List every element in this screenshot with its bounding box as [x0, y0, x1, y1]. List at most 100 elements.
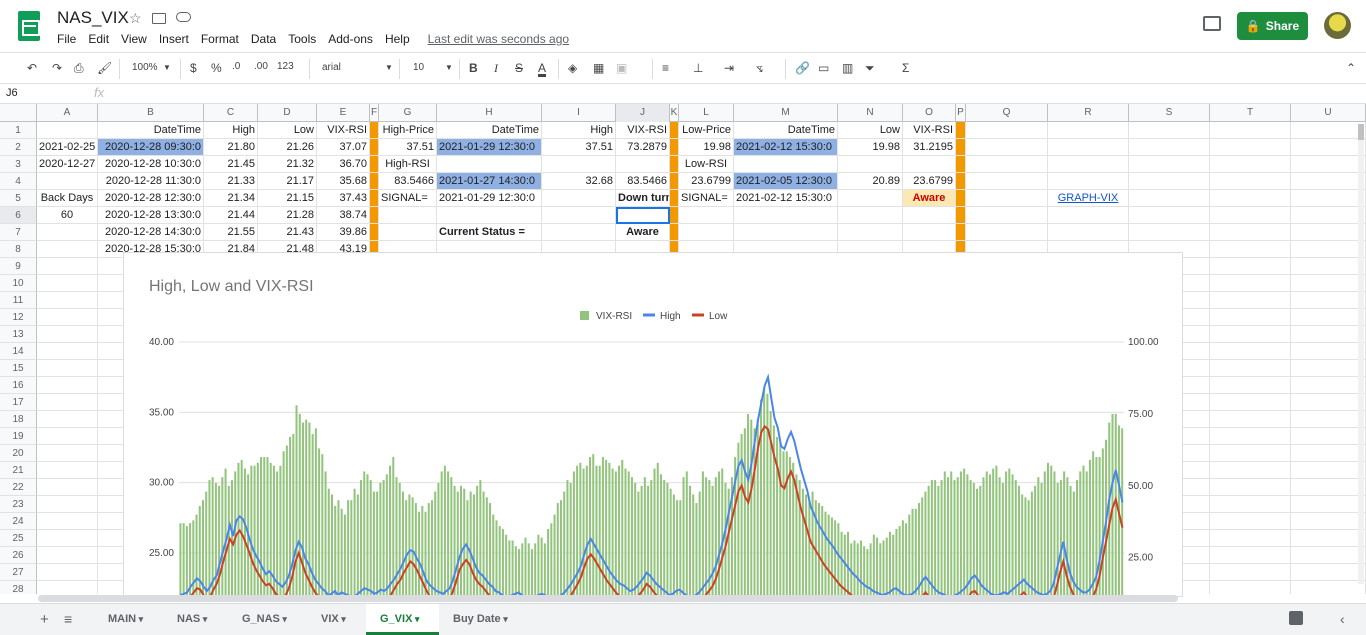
- document-title[interactable]: NAS_VIX: [57, 8, 129, 28]
- cell-n3[interactable]: [838, 156, 903, 173]
- cell-a3[interactable]: 2020-12-27: [37, 156, 98, 173]
- cell-t12[interactable]: [1210, 309, 1291, 326]
- cell-p5[interactable]: [956, 190, 966, 207]
- chevron-down-icon[interactable]: ▾: [200, 614, 208, 624]
- cell-s5[interactable]: [1129, 190, 1210, 207]
- explore-icon[interactable]: [1289, 611, 1303, 625]
- row-header-11[interactable]: 11: [0, 292, 37, 309]
- cell-t15[interactable]: [1210, 360, 1291, 377]
- cell-t11[interactable]: [1210, 292, 1291, 309]
- row-header-18[interactable]: 18: [0, 411, 37, 428]
- cell-d7[interactable]: 21.43: [258, 224, 317, 241]
- cell-a5[interactable]: Back Days: [37, 190, 98, 207]
- row-header-1[interactable]: 1: [0, 122, 37, 139]
- cell-f2[interactable]: [370, 139, 379, 156]
- cell-l1[interactable]: Low-Price: [679, 122, 734, 139]
- move-folder-icon[interactable]: [152, 13, 166, 24]
- cell-b2[interactable]: 2020-12-28 09:30:0: [98, 139, 204, 156]
- column-header-r[interactable]: R: [1048, 104, 1129, 122]
- cell-q1[interactable]: [966, 122, 1048, 139]
- cloud-status-icon[interactable]: [176, 12, 191, 22]
- cell-o4[interactable]: 23.6799: [903, 173, 956, 190]
- column-header-i[interactable]: I: [542, 104, 616, 122]
- column-header-q[interactable]: Q: [966, 104, 1048, 122]
- row-header-7[interactable]: 7: [0, 224, 37, 241]
- cell-u16[interactable]: [1291, 377, 1366, 394]
- cell-t16[interactable]: [1210, 377, 1291, 394]
- cell-e3[interactable]: 36.70: [317, 156, 370, 173]
- column-header-d[interactable]: D: [258, 104, 317, 122]
- cell-l2[interactable]: 19.98: [679, 139, 734, 156]
- print-icon[interactable]: ⎙: [74, 61, 84, 76]
- side-panel-toggle-icon[interactable]: ‹: [1340, 611, 1345, 627]
- cell-a23[interactable]: [37, 496, 98, 513]
- column-header-b[interactable]: B: [98, 104, 204, 122]
- sheet-tab-buy-date[interactable]: Buy Date ▾: [439, 604, 528, 635]
- merge-cells-icon[interactable]: ▣: [616, 61, 627, 75]
- last-edit-link[interactable]: Last edit was seconds ago: [428, 32, 569, 46]
- cell-c5[interactable]: 21.34: [204, 190, 258, 207]
- name-box[interactable]: J6: [6, 87, 76, 99]
- cell-k1[interactable]: [670, 122, 679, 139]
- cell-m4[interactable]: 2021-02-05 12:30:0: [734, 173, 838, 190]
- cell-b5[interactable]: 2020-12-28 12:30:0: [98, 190, 204, 207]
- chevron-down-icon[interactable]: ▾: [280, 614, 287, 624]
- cell-j7[interactable]: Aware: [616, 224, 670, 241]
- row-header-23[interactable]: 23: [0, 496, 37, 513]
- cell-f4[interactable]: [370, 173, 379, 190]
- cell-o1[interactable]: VIX-RSI: [903, 122, 956, 139]
- cell-j5[interactable]: Down turn: [616, 190, 670, 207]
- cell-a22[interactable]: [37, 479, 98, 496]
- cell-t4[interactable]: [1210, 173, 1291, 190]
- chevron-down-icon[interactable]: ▼: [385, 63, 393, 72]
- cell-f1[interactable]: [370, 122, 379, 139]
- row-header-12[interactable]: 12: [0, 309, 37, 326]
- row-header-27[interactable]: 27: [0, 564, 37, 581]
- cell-p3[interactable]: [956, 156, 966, 173]
- cell-d5[interactable]: 21.15: [258, 190, 317, 207]
- undo-icon[interactable]: ↶: [27, 61, 37, 75]
- column-header-l[interactable]: L: [679, 104, 734, 122]
- collapse-menu-icon[interactable]: ⌃: [1346, 61, 1356, 75]
- cell-a11[interactable]: [37, 292, 98, 309]
- cell-a26[interactable]: [37, 547, 98, 564]
- cell-r4[interactable]: [1048, 173, 1129, 190]
- cell-a18[interactable]: [37, 411, 98, 428]
- menu-format[interactable]: Format: [201, 32, 239, 46]
- cell-q5[interactable]: [966, 190, 1048, 207]
- cell-i2[interactable]: 37.51: [542, 139, 616, 156]
- cell-u23[interactable]: [1291, 496, 1366, 513]
- column-header-n[interactable]: N: [838, 104, 903, 122]
- more-formats-button[interactable]: 123: [277, 61, 294, 72]
- column-header-j[interactable]: J: [616, 104, 670, 122]
- cell-b3[interactable]: 2020-12-28 10:30:0: [98, 156, 204, 173]
- chevron-down-icon[interactable]: ▾: [339, 614, 346, 624]
- paint-format-icon[interactable]: 🖌: [97, 61, 112, 75]
- chevron-down-icon[interactable]: ▼: [163, 63, 171, 72]
- cell-c1[interactable]: High: [204, 122, 258, 139]
- cell-n7[interactable]: [838, 224, 903, 241]
- cell-r6[interactable]: [1048, 207, 1129, 224]
- sheet-tab-main[interactable]: MAIN ▾: [94, 604, 163, 635]
- row-header-9[interactable]: 9: [0, 258, 37, 275]
- cell-u2[interactable]: [1291, 139, 1366, 156]
- cell-l7[interactable]: [679, 224, 734, 241]
- row-header-22[interactable]: 22: [0, 479, 37, 496]
- cell-m6[interactable]: [734, 207, 838, 224]
- cell-r2[interactable]: [1048, 139, 1129, 156]
- cell-h5[interactable]: 2021-01-29 12:30:0: [437, 190, 542, 207]
- column-header-t[interactable]: T: [1210, 104, 1291, 122]
- cell-a12[interactable]: [37, 309, 98, 326]
- cell-t1[interactable]: [1210, 122, 1291, 139]
- cell-t21[interactable]: [1210, 462, 1291, 479]
- insert-chart-icon[interactable]: ▥: [842, 61, 853, 75]
- cell-n1[interactable]: Low: [838, 122, 903, 139]
- cell-q3[interactable]: [966, 156, 1048, 173]
- cell-a28[interactable]: [37, 581, 98, 594]
- cell-u3[interactable]: [1291, 156, 1366, 173]
- cell-u5[interactable]: [1291, 190, 1366, 207]
- cell-p2[interactable]: [956, 139, 966, 156]
- text-rotation-icon[interactable]: ⦪: [756, 61, 763, 76]
- row-header-20[interactable]: 20: [0, 445, 37, 462]
- column-header-c[interactable]: C: [204, 104, 258, 122]
